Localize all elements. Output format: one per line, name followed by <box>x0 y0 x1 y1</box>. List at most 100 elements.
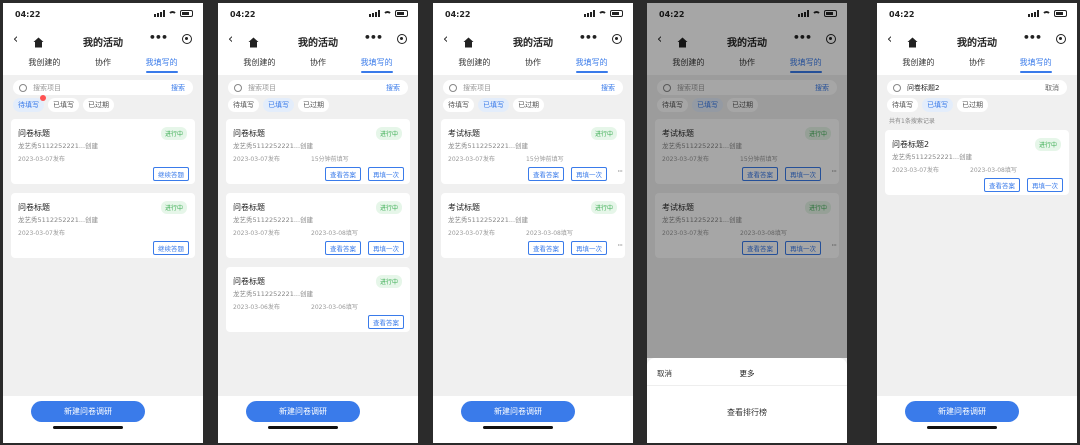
home-indicator <box>268 426 338 429</box>
filter-chip-label: 已填写 <box>53 101 74 109</box>
activity-card[interactable]: 问卷标题 进行中 龙艺秀5112252221...创建 2023-03-07发布 15分… <box>226 119 410 184</box>
sheet-title: 更多 <box>739 369 755 378</box>
filter-chip-label: 已过期 <box>962 101 983 109</box>
filter-chip-1[interactable]: 待填写 <box>443 98 474 112</box>
tab-2[interactable]: 协作 <box>310 53 326 75</box>
more-icon[interactable]: ••• <box>579 31 598 44</box>
activity-card[interactable]: 问卷标题 进行中 龙艺秀5112252221...创建 2023-03-07发布 继续答… <box>11 119 195 184</box>
card-action-button[interactable]: 查看答案 <box>984 178 1020 192</box>
filter-chips: 待填写 已填写 已过期 <box>443 98 544 112</box>
card-action-button[interactable]: 再填一次 <box>1027 178 1063 192</box>
tab-3[interactable]: 我填写的 <box>575 53 608 75</box>
search-placeholder[interactable]: 搜索项目 <box>463 83 601 93</box>
search-bar[interactable]: 问卷标题2 取消 <box>887 80 1067 95</box>
search-bar[interactable]: 搜索项目 搜索 <box>443 80 623 95</box>
filter-chip-3[interactable]: 已过期 <box>83 98 114 112</box>
nav-bar: ‹ 我的活动 ••• <box>218 27 418 53</box>
card-action-button[interactable]: 查看答案 <box>325 167 361 181</box>
filter-chip-3[interactable]: 已过期 <box>513 98 544 112</box>
status-badge: 进行中 <box>160 127 187 140</box>
battery-icon <box>610 10 623 17</box>
filter-chip-1[interactable]: 待填写 <box>13 95 46 112</box>
search-input-value[interactable]: 问卷标题2 <box>907 83 1045 93</box>
card-action-button[interactable]: 再填一次 <box>571 167 607 181</box>
filter-chip-2[interactable]: 已填写 <box>48 98 79 112</box>
tab-3[interactable]: 我填写的 <box>145 53 178 75</box>
bottom-bar: 新建问卷调研 <box>433 396 633 443</box>
close-mini-program-icon[interactable] <box>397 34 407 44</box>
card-action-button[interactable]: 查看答案 <box>528 167 564 181</box>
home-indicator <box>927 426 997 429</box>
view-leaderboard-option[interactable]: 查看排行榜 <box>647 407 847 418</box>
search-bar[interactable]: 搜索项目 搜索 <box>13 80 193 95</box>
card-action-button[interactable]: 查看答案 <box>528 241 564 255</box>
tab-2[interactable]: 协作 <box>969 53 985 75</box>
activity-card[interactable]: 考试标题 进行中 龙艺秀5112252221...创建 2023-03-07发布 202… <box>441 193 625 258</box>
card-action-button[interactable]: 再填一次 <box>368 241 404 255</box>
card-action-button[interactable]: 再填一次 <box>368 167 404 181</box>
status-time: 04:22 <box>230 10 256 19</box>
tab-2[interactable]: 协作 <box>525 53 541 75</box>
status-time: 04:22 <box>445 10 471 19</box>
card-action-button[interactable]: 查看答案 <box>325 241 361 255</box>
create-survey-button[interactable]: 新建问卷调研 <box>31 401 145 422</box>
tab-1[interactable]: 我创建的 <box>28 53 60 75</box>
activity-card[interactable]: 问卷标题 进行中 龙艺秀5112252221...创建 2023-03-06发布 202… <box>226 267 410 332</box>
filter-chip-2[interactable]: 已填写 <box>478 98 509 112</box>
modal-overlay[interactable] <box>647 3 847 358</box>
activity-card[interactable]: 考试标题 进行中 龙艺秀5112252221...创建 2023-03-07发布 15分… <box>441 119 625 184</box>
create-survey-button[interactable]: 新建问卷调研 <box>246 401 360 422</box>
filter-chip-label: 已填写 <box>268 101 289 109</box>
search-action-button[interactable]: 搜索 <box>171 83 185 93</box>
create-survey-button[interactable]: 新建问卷调研 <box>905 401 1019 422</box>
filter-chip-2[interactable]: 已填写 <box>922 98 953 112</box>
close-mini-program-icon[interactable] <box>612 34 622 44</box>
search-action-button[interactable]: 搜索 <box>386 83 400 93</box>
filter-chip-2[interactable]: 已填写 <box>263 98 294 112</box>
filter-chip-label: 已填写 <box>927 101 948 109</box>
card-creator: 龙艺秀5112252221...创建 <box>448 142 529 150</box>
close-mini-program-icon[interactable] <box>1056 34 1066 44</box>
status-badge: 进行中 <box>1034 138 1061 151</box>
card-more-icon[interactable]: ··· <box>617 241 623 250</box>
filter-chip-3[interactable]: 已过期 <box>957 98 988 112</box>
phone-screen-5: 04:22 ‹ 我的活动 ••• 我创建的 协作 我填写的 问卷标题2 取消 待填写 已填写 已过期共… <box>877 3 1077 443</box>
activity-card[interactable]: 问卷标题2 进行中 龙艺秀5112252221...创建 2023-03-07发布 20… <box>885 130 1069 195</box>
filter-chip-1[interactable]: 待填写 <box>887 98 918 112</box>
card-publish-date: 2023-03-07发布 <box>233 156 280 163</box>
tab-1[interactable]: 我创建的 <box>902 53 934 75</box>
tab-bar: 我创建的 协作 我填写的 <box>877 53 1077 75</box>
card-publish-date: 2023-03-07发布 <box>18 230 65 237</box>
tab-1[interactable]: 我创建的 <box>458 53 490 75</box>
card-action-button[interactable]: 再填一次 <box>571 241 607 255</box>
more-icon[interactable]: ••• <box>364 31 383 44</box>
search-icon <box>19 83 27 92</box>
search-bar[interactable]: 搜索项目 搜索 <box>228 80 408 95</box>
activity-card[interactable]: 问卷标题 进行中 龙艺秀5112252221...创建 2023-03-07发布 202… <box>226 193 410 258</box>
card-action-button[interactable]: 继续答题 <box>153 167 189 181</box>
status-badge: 进行中 <box>590 127 617 140</box>
status-badge: 进行中 <box>590 201 617 214</box>
card-action-button[interactable]: 查看答案 <box>368 315 404 329</box>
tab-bar: 我创建的 协作 我填写的 <box>218 53 418 75</box>
card-title: 问卷标题 <box>233 203 265 212</box>
status-icons <box>154 10 193 17</box>
tab-3[interactable]: 我填写的 <box>360 53 393 75</box>
more-icon[interactable]: ••• <box>149 31 168 44</box>
create-survey-button[interactable]: 新建问卷调研 <box>461 401 575 422</box>
card-more-icon[interactable]: ··· <box>617 167 623 176</box>
search-action-button[interactable]: 取消 <box>1045 83 1059 93</box>
card-action-button[interactable]: 继续答题 <box>153 241 189 255</box>
filter-chip-1[interactable]: 待填写 <box>228 98 259 112</box>
search-placeholder[interactable]: 搜索项目 <box>33 83 171 93</box>
search-action-button[interactable]: 搜索 <box>601 83 615 93</box>
activity-card[interactable]: 问卷标题 进行中 龙艺秀5112252221...创建 2023-03-07发布 继续答… <box>11 193 195 258</box>
search-placeholder[interactable]: 搜索项目 <box>248 83 386 93</box>
tab-2[interactable]: 协作 <box>95 53 111 75</box>
more-icon[interactable]: ••• <box>1023 31 1042 44</box>
card-creator: 龙艺秀5112252221...创建 <box>448 216 529 224</box>
close-mini-program-icon[interactable] <box>182 34 192 44</box>
tab-3[interactable]: 我填写的 <box>1019 53 1052 75</box>
filter-chip-3[interactable]: 已过期 <box>298 98 329 112</box>
tab-1[interactable]: 我创建的 <box>243 53 275 75</box>
